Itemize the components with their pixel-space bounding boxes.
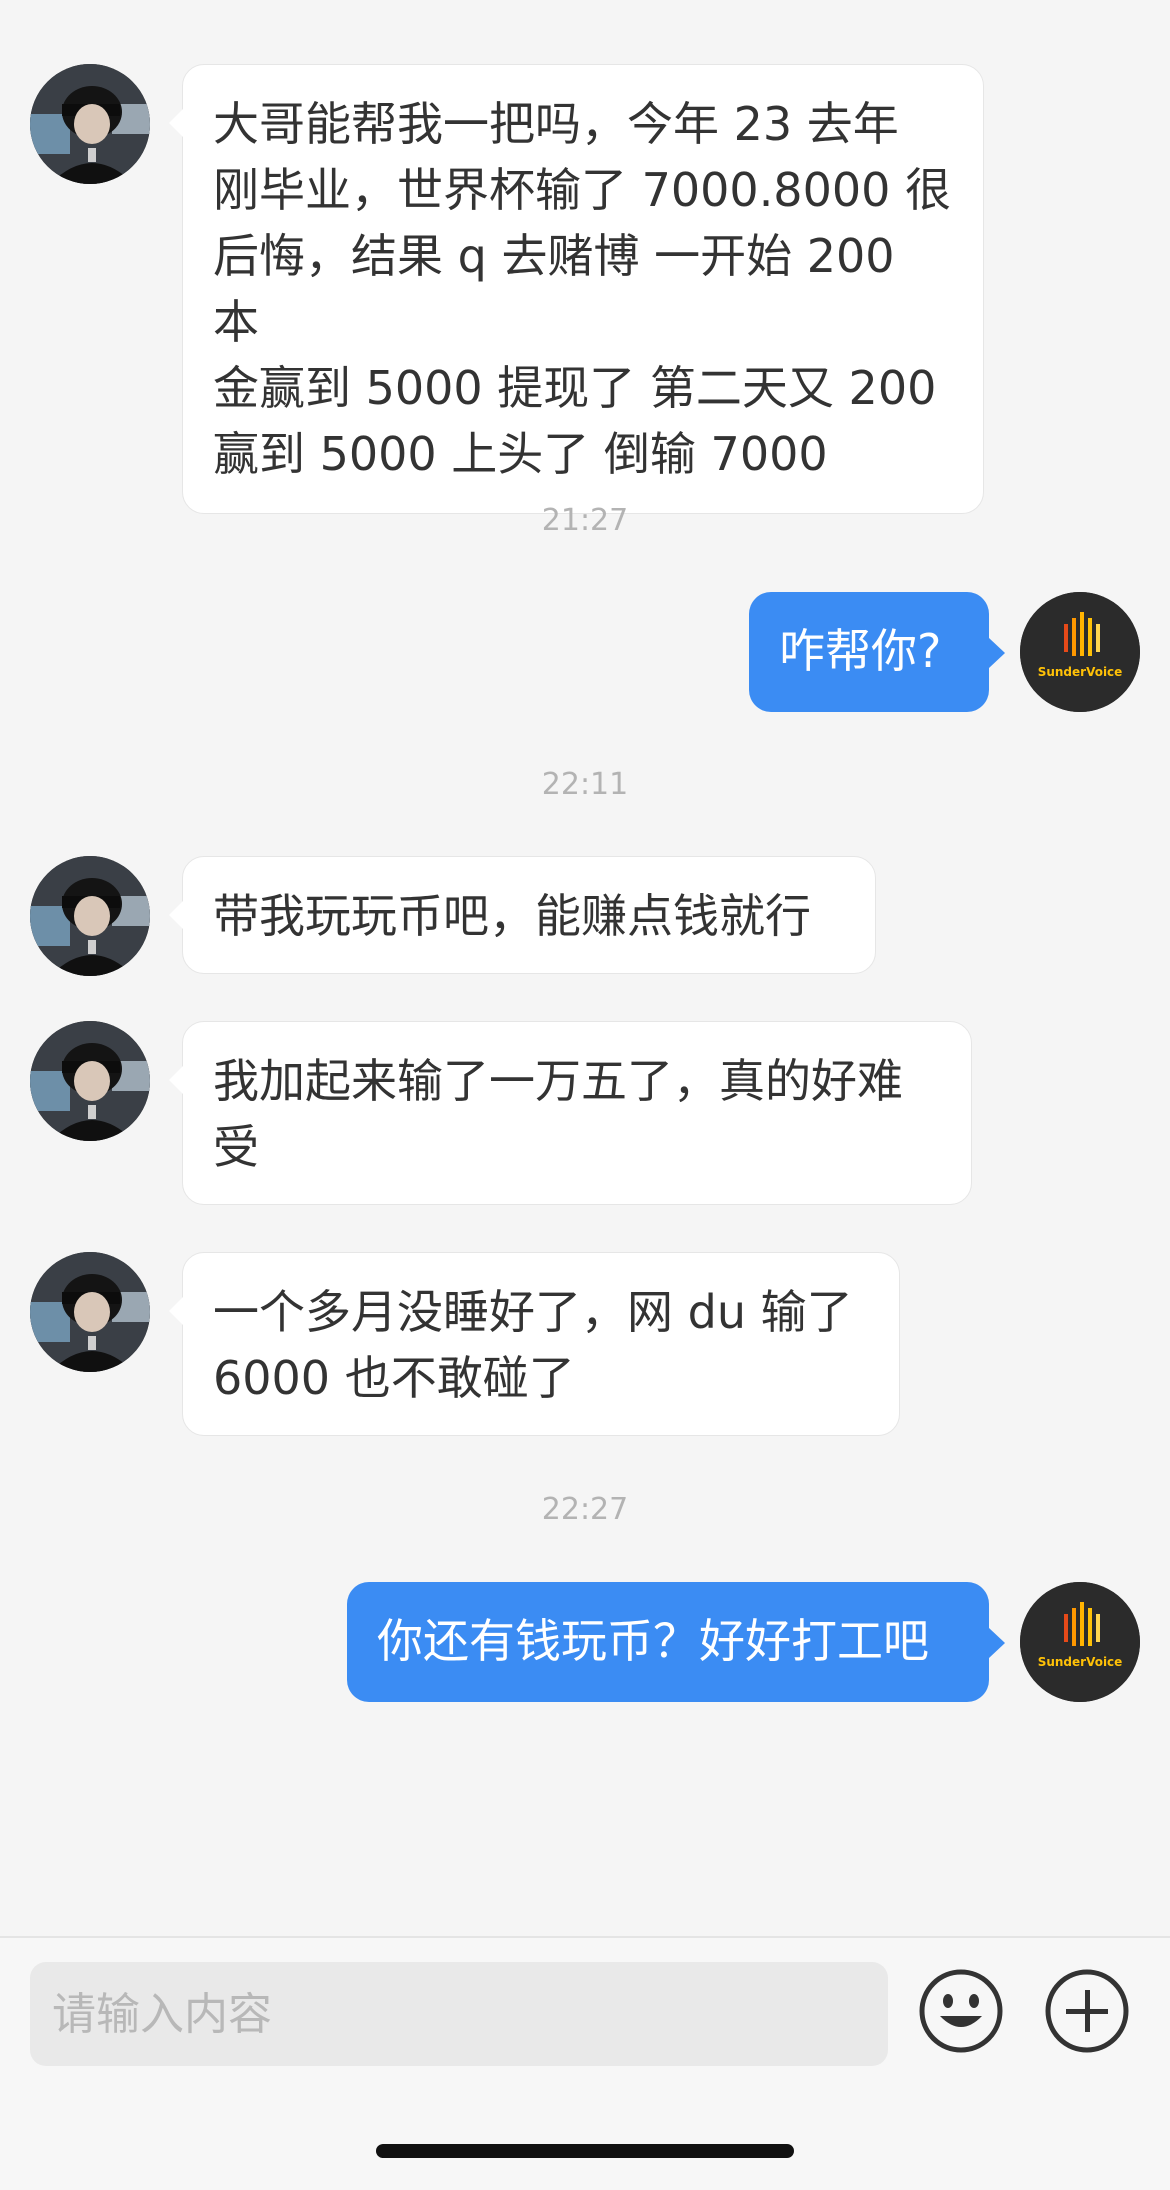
timestamp: 22:11 xyxy=(541,767,629,802)
message-bubble-outgoing[interactable]: 咋帮你? xyxy=(749,592,1005,712)
message-bubble-incoming[interactable]: 带我玩玩币吧，能赚点钱就行 xyxy=(169,856,876,974)
message-input[interactable] xyxy=(30,1962,888,2066)
peer-avatar[interactable] xyxy=(30,64,150,184)
timestamp: 22:27 xyxy=(541,1492,629,1527)
message-bubble-incoming[interactable]: 一个多月没睡好了，网 du 输了 6000 也不敢碰了 xyxy=(169,1252,900,1436)
self-avatar-label: SunderVoice xyxy=(1038,1655,1123,1669)
self-avatar-label: SunderVoice xyxy=(1038,665,1123,679)
timestamp: 21:27 xyxy=(541,503,629,538)
self-avatar[interactable]: SunderVoice xyxy=(1020,1582,1140,1702)
message-bubble-outgoing[interactable]: 你还有钱玩币？好好打工吧 xyxy=(347,1582,1005,1702)
chat-history[interactable]: 大哥能帮我一把吗，今年 23 去年 刚毕业，世界杯输了 7000.8000 很 … xyxy=(0,0,1170,1936)
self-avatar[interactable]: SunderVoice xyxy=(1020,592,1140,712)
message-bubble-incoming[interactable]: 我加起来输了一万五了，真的好难 受 xyxy=(169,1021,972,1205)
plus-circle-icon[interactable] xyxy=(1044,1968,1130,2054)
message-bubble-incoming[interactable]: 大哥能帮我一把吗，今年 23 去年 刚毕业，世界杯输了 7000.8000 很 … xyxy=(169,64,984,514)
smiley-face-icon[interactable] xyxy=(918,1968,1004,2054)
peer-avatar[interactable] xyxy=(30,1021,150,1141)
peer-avatar[interactable] xyxy=(30,856,150,976)
peer-avatar[interactable] xyxy=(30,1252,150,1372)
home-indicator xyxy=(376,2144,794,2158)
